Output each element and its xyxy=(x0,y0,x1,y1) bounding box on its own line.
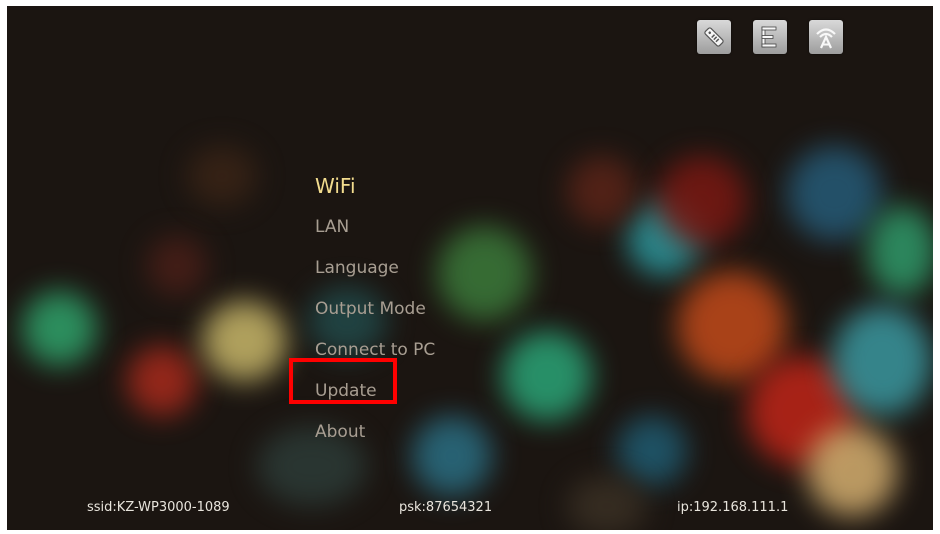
bokeh-background xyxy=(7,6,933,530)
settings-menu: WiFi LAN Language Output Mode Connect to… xyxy=(315,166,435,453)
update-highlight-box xyxy=(289,358,397,404)
menu-item-wifi[interactable]: WiFi xyxy=(315,166,435,207)
top-toolbar xyxy=(697,20,843,54)
tv-screen: WiFi LAN Language Output Mode Connect to… xyxy=(7,6,933,530)
menu-item-output-mode[interactable]: Output Mode xyxy=(315,289,435,330)
network-tree-icon[interactable] xyxy=(753,20,787,54)
menu-item-language[interactable]: Language xyxy=(315,248,435,289)
menu-item-about[interactable]: About xyxy=(315,412,435,453)
wifi-signal-icon[interactable] xyxy=(809,20,843,54)
menu-item-lan[interactable]: LAN xyxy=(315,207,435,248)
psk-label: psk:87654321 xyxy=(399,500,493,515)
ip-label: ip:192.168.111.1 xyxy=(677,500,789,515)
remote-icon[interactable] xyxy=(697,20,731,54)
ssid-label: ssid:KZ-WP3000-1089 xyxy=(87,500,230,515)
